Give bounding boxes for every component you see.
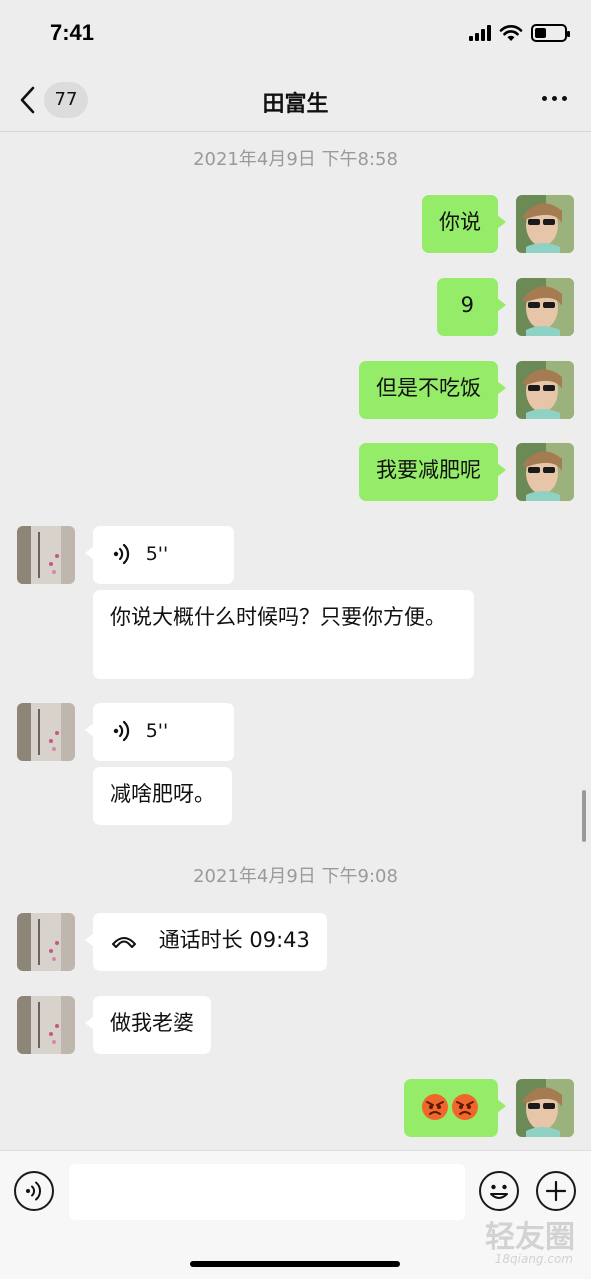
voice-input-icon [26,1181,42,1201]
contact-avatar[interactable] [17,526,75,584]
call-duration: 通话时长 09:43 [158,928,310,952]
my-avatar[interactable] [516,278,574,336]
angry-face-emoji [422,1094,448,1120]
voice-wave-icon [113,720,130,742]
voice-input-button[interactable] [14,1171,54,1211]
contact-avatar[interactable] [17,996,75,1054]
scroll-indicator[interactable] [582,790,586,842]
status-icons [469,24,570,42]
phone-hangup-icon [112,937,136,948]
message-row-received: 通话时长 09:43 [0,913,591,971]
contact-avatar[interactable] [17,913,75,971]
voice-wave-icon [113,543,130,565]
my-avatar[interactable] [516,361,574,419]
message-bubble-received[interactable]: 减啥肥呀。 [93,767,232,825]
message-group-received: 5'' 减啥肥呀。 [0,703,591,827]
voice-message-bubble[interactable]: 5'' [85,703,234,761]
message-row-sent: 我要减肥呢 [0,443,591,501]
cellular-signal-icon [469,25,491,41]
voice-duration: 5'' [145,543,169,565]
watermark-url: 18qiang.com [494,1252,573,1266]
timestamp: 2021年4月9日 下午8:58 [193,149,398,170]
message-bubble-sent[interactable]: 你说 [422,195,506,253]
message-row-sent: 你说 [0,195,591,253]
message-row-received: 做我老婆 [0,996,591,1054]
plus-icon [545,1180,567,1202]
my-avatar[interactable] [516,443,574,501]
wifi-icon [499,25,523,41]
message-bubble-sent[interactable]: 但是不吃饭 [359,361,506,419]
battery-icon [531,24,570,42]
message-bubble-received[interactable]: 做我老婆 [85,996,211,1054]
message-group-received: 5'' 你说大概什么时候吗？只要你方便。 [0,526,591,680]
my-avatar[interactable] [516,1079,574,1137]
status-time: 7:41 [50,20,95,45]
message-row-sent: 但是不吃饭 [0,361,591,419]
message-input[interactable] [69,1164,465,1220]
more-dots-icon[interactable] [542,96,567,101]
voice-duration: 5'' [145,720,169,742]
message-bubble-sent[interactable]: 我要减肥呢 [359,443,506,501]
status-bar: 7:41 [0,0,591,70]
chat-header: 77 田富生 [0,70,591,132]
voice-message-bubble[interactable]: 5'' [85,526,234,584]
my-avatar[interactable] [516,195,574,253]
chat-title: 田富生 [262,92,329,117]
emoji-button[interactable] [479,1171,519,1211]
plus-button[interactable] [536,1171,576,1211]
message-row-sent: 9 [0,278,591,336]
timestamp: 2021年4月9日 下午9:08 [193,866,398,887]
message-bubble-received[interactable]: 你说大概什么时候吗？只要你方便。 [93,590,474,679]
emoji-message-bubble[interactable] [404,1079,506,1137]
watermark: 轻友圈 [485,1220,575,1255]
smiley-icon [490,1184,508,1199]
message-list[interactable]: 2021年4月9日 下午8:58 你说 9 但是不吃饭 我要减肥呢 5'' 你说… [0,132,591,1150]
contact-avatar[interactable] [17,703,75,761]
message-row-sent [0,1079,591,1137]
message-bubble-sent[interactable]: 9 [436,278,507,336]
call-record-bubble[interactable]: 通话时长 09:43 [85,913,327,971]
angry-face-emoji [452,1094,478,1120]
home-indicator[interactable] [190,1261,400,1267]
